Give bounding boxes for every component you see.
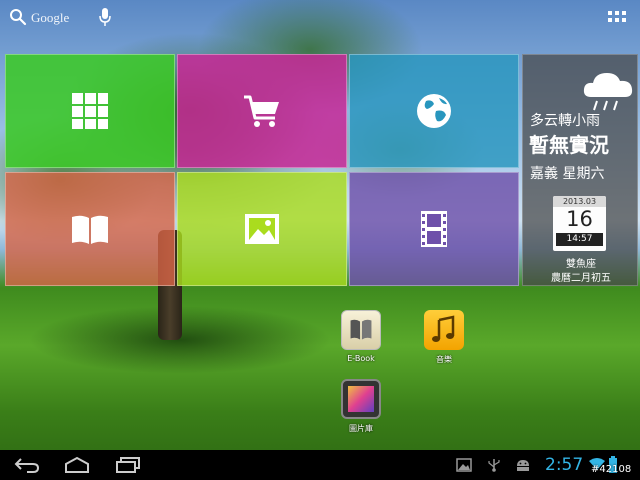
mic-icon[interactable] (97, 7, 113, 27)
film-strip-icon (421, 211, 447, 247)
shortcut-gallery[interactable]: 圖片庫 (331, 379, 391, 434)
tile-apps-grid[interactable] (5, 54, 175, 168)
calendar-month: 2013.03 (553, 196, 606, 207)
home-icon[interactable] (63, 456, 91, 474)
open-book-icon (72, 215, 108, 244)
system-nav-bar: 2:57 (0, 450, 640, 480)
back-icon[interactable] (13, 456, 41, 474)
shortcut-music-label: 音樂 (436, 355, 452, 364)
all-apps-icon[interactable] (608, 11, 626, 25)
watermark-text: #42108 (591, 464, 632, 475)
weather-date-widget[interactable]: 多云轉小雨 暫無實況 嘉義 星期六 2013.03 16 14:57 雙魚座 農… (522, 54, 638, 286)
shortcut-ebook-label: E-Book (347, 354, 375, 363)
tile-shopping[interactable] (177, 54, 347, 168)
tile-video[interactable] (349, 172, 519, 286)
shopping-cart-icon (244, 95, 279, 127)
calendar-day: 16 (566, 207, 593, 231)
shortcut-ebook[interactable]: E-Book (331, 310, 391, 363)
recent-apps-icon[interactable] (114, 456, 142, 474)
lunar-date-label: 農曆二月初五 (551, 273, 611, 284)
tile-gallery[interactable] (177, 172, 347, 286)
picture-icon (245, 214, 279, 244)
android-debug-icon[interactable] (515, 458, 531, 472)
weather-description: 多云轉小雨 (530, 113, 600, 129)
shortcut-gallery-label: 圖片庫 (349, 424, 373, 433)
tile-browser[interactable] (349, 54, 519, 168)
shortcut-music[interactable]: 音樂 (414, 310, 474, 365)
search-icon[interactable] (9, 8, 27, 26)
ebook-icon (341, 310, 381, 350)
tile-ebook[interactable] (5, 172, 175, 286)
weather-status: 暫無實況 (529, 133, 609, 157)
city-weekday: 嘉義 星期六 (530, 166, 605, 182)
gallery-notification-icon[interactable] (456, 458, 472, 472)
usb-icon[interactable] (486, 458, 502, 472)
grid-icon (72, 93, 108, 129)
calendar-card: 2013.03 16 14:57 (553, 196, 606, 251)
cloud-rain-icon (583, 73, 633, 111)
status-clock[interactable]: 2:57 (545, 455, 583, 475)
zodiac-label: 雙魚座 (566, 259, 596, 270)
calendar-time: 14:57 (556, 233, 603, 246)
music-note-icon (424, 310, 464, 350)
google-search-label[interactable]: Google (31, 10, 69, 26)
globe-icon (417, 94, 451, 128)
top-bar: Google (0, 0, 640, 34)
gallery-icon (341, 379, 381, 419)
